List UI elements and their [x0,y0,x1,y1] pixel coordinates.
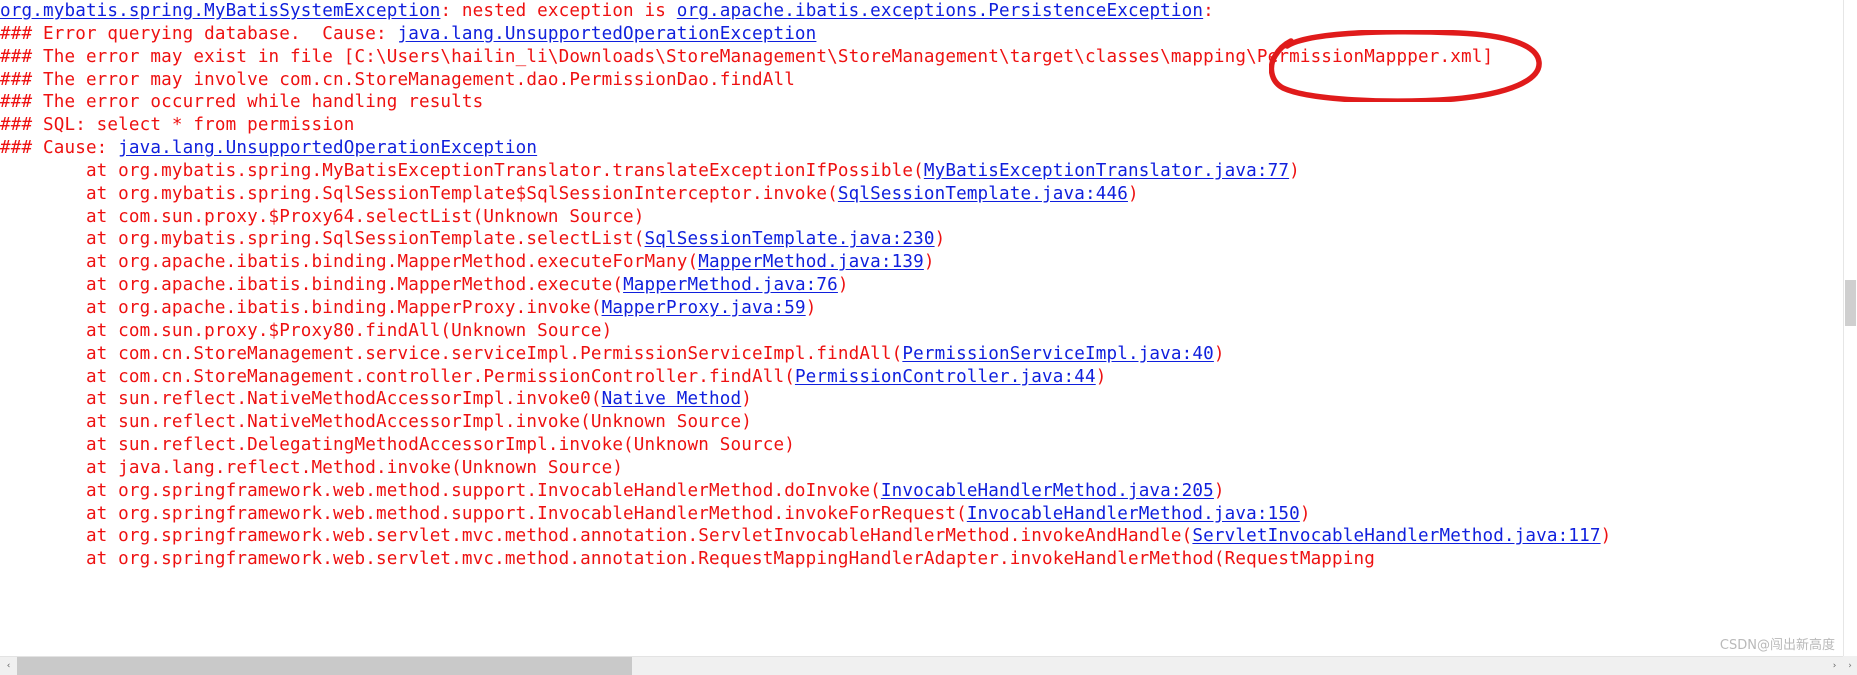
source-link[interactable]: MapperProxy.java:59 [602,298,806,318]
source-link[interactable]: SqlSessionTemplate.java:230 [645,229,935,249]
log-text: at com.sun.proxy.$Proxy64.selectList(Unk… [0,206,645,227]
log-line-sql-statement: ### SQL: select * from permission [0,114,1843,137]
log-text: at org.mybatis.spring.SqlSessionTemplate… [0,229,645,250]
source-link[interactable]: java.lang.UnsupportedOperationException [118,138,537,158]
log-text: ) [837,275,849,296]
log-text: : nested exception is [440,1,677,21]
log-line-frame-6: at org.apache.ibatis.binding.MapperMetho… [0,274,1843,297]
log-text: ) [1289,160,1300,181]
log-line-frame-13: at sun.reflect.DelegatingMethodAccessorI… [0,434,1843,457]
log-line-frame-2: at org.mybatis.spring.SqlSessionTemplate… [0,183,1843,206]
log-line-error-querying-database: ### Error querying database. Cause: java… [0,23,1843,46]
log-text: at com.cn.StoreManagement.service.servic… [0,343,903,364]
log-text: ### SQL: select * from permission [0,115,355,136]
source-link[interactable]: SqlSessionTemplate.java:446 [838,184,1128,204]
source-link[interactable]: java.lang.UnsupportedOperationException [397,24,816,44]
log-line-frame-12: at sun.reflect.NativeMethodAccessorImpl.… [0,411,1843,434]
log-text: at org.mybatis.spring.MyBatisExceptionTr… [0,160,924,181]
log-line-frame-11: at sun.reflect.NativeMethodAccessorImpl.… [0,388,1843,411]
log-text: at sun.reflect.NativeMethodAccessorImpl.… [0,412,752,433]
log-line-exception-header: org.mybatis.spring.MyBatisSystemExceptio… [0,0,1843,23]
log-text: ) [923,252,935,273]
horizontal-scrollbar[interactable]: ‹ › [0,656,1843,675]
log-text: at org.mybatis.spring.SqlSessionTemplate… [0,183,838,204]
log-text: ) [1600,526,1612,547]
log-line-frame-5: at org.apache.ibatis.binding.MapperMetho… [0,251,1843,274]
log-text: at org.apache.ibatis.binding.MapperProxy… [0,297,602,318]
log-text: ### Cause: [0,138,119,159]
source-link[interactable]: ServletInvocableHandlerMethod.java:117 [1192,526,1600,546]
log-text: ) [1299,503,1311,524]
source-link[interactable]: Native Method [602,389,742,409]
scroll-right-arrow-icon[interactable]: › [1826,657,1843,675]
log-line-frame-17: at org.springframework.web.servlet.mvc.m… [0,525,1843,548]
log-text: ) [741,389,752,410]
log-line-frame-15: at org.springframework.web.method.suppor… [0,480,1843,503]
log-text: at org.springframework.web.servlet.mvc.m… [0,549,1376,570]
log-line-cause: ### Cause: java.lang.UnsupportedOperatio… [0,137,1843,160]
log-text: : [1203,1,1214,21]
source-link[interactable]: MapperMethod.java:76 [623,275,838,295]
log-text: ### The error may involve com.cn.StoreMa… [0,69,795,90]
horizontal-scrollbar-track[interactable] [17,657,1826,675]
log-line-frame-18: at org.springframework.web.servlet.mvc.m… [0,548,1843,571]
log-text: at sun.reflect.NativeMethodAccessorImpl.… [0,389,602,410]
log-text: ) [1213,343,1225,364]
log-line-error-may-exist-in-file: ### The error may exist in file [C:\User… [0,46,1843,69]
stack-trace-log[interactable]: org.mybatis.spring.MyBatisSystemExceptio… [0,0,1843,645]
log-line-frame-8: at com.sun.proxy.$Proxy80.findAll(Unknow… [0,320,1843,343]
log-text: at org.springframework.web.method.suppor… [0,503,967,524]
source-link[interactable]: PermissionServiceImpl.java:40 [902,344,1214,364]
source-link[interactable]: PermissionController.java:44 [795,367,1096,387]
log-text: at java.lang.reflect.Method.invoke(Unkno… [0,457,624,478]
source-link[interactable]: InvocableHandlerMethod.java:150 [967,504,1300,524]
log-line-frame-16: at org.springframework.web.method.suppor… [0,503,1843,526]
log-text: at org.springframework.web.method.suppor… [0,480,881,501]
log-line-frame-14: at java.lang.reflect.Method.invoke(Unkno… [0,457,1843,480]
log-line-frame-10: at com.cn.StoreManagement.controller.Per… [0,366,1843,389]
log-text: at org.springframework.web.servlet.mvc.m… [0,526,1193,547]
exception-console: org.mybatis.spring.MyBatisSystemExceptio… [0,0,1857,675]
horizontal-scrollbar-thumb[interactable] [17,657,633,675]
log-text: at org.apache.ibatis.binding.MapperMetho… [0,252,699,273]
log-text: ) [805,297,817,318]
log-text: at sun.reflect.DelegatingMethodAccessorI… [0,435,795,456]
log-text: ### Error querying database. Cause: [0,23,398,44]
source-link[interactable]: org.mybatis.spring.MyBatisSystemExceptio… [0,1,440,21]
vertical-scrollbar[interactable] [1843,0,1857,675]
log-text: ) [934,229,946,250]
log-line-frame-3: at com.sun.proxy.$Proxy64.selectList(Unk… [0,206,1843,229]
source-link[interactable]: org.apache.ibatis.exceptions.Persistence… [677,1,1203,21]
log-text: ) [1213,480,1225,501]
source-link[interactable]: MapperMethod.java:139 [698,252,924,272]
log-text: at com.cn.StoreManagement.controller.Per… [0,366,795,387]
log-line-error-occurred-while-handling-results: ### The error occurred while handling re… [0,91,1843,114]
log-line-frame-4: at org.mybatis.spring.SqlSessionTemplate… [0,228,1843,251]
vertical-scrollbar-thumb[interactable] [1845,280,1856,326]
log-text: ) [1095,366,1107,387]
log-line-frame-7: at org.apache.ibatis.binding.MapperProxy… [0,297,1843,320]
scroll-left-arrow-icon[interactable]: ‹ [0,657,17,675]
source-link[interactable]: MyBatisExceptionTranslator.java:77 [924,161,1289,181]
log-line-frame-9: at com.cn.StoreManagement.service.servic… [0,343,1843,366]
source-link[interactable]: InvocableHandlerMethod.java:205 [881,481,1214,501]
scrollbar-corner-arrow-icon: › [1843,656,1857,675]
log-line-error-may-involve: ### The error may involve com.cn.StoreMa… [0,69,1843,92]
log-text: at org.apache.ibatis.binding.MapperMetho… [0,275,624,296]
log-text: at com.sun.proxy.$Proxy80.findAll(Unknow… [0,320,613,341]
log-text: ) [1127,183,1139,204]
log-text: ### The error may exist in file [C:\User… [0,46,1494,67]
log-line-frame-1: at org.mybatis.spring.MyBatisExceptionTr… [0,160,1843,183]
log-text: ### The error occurred while handling re… [0,92,484,113]
